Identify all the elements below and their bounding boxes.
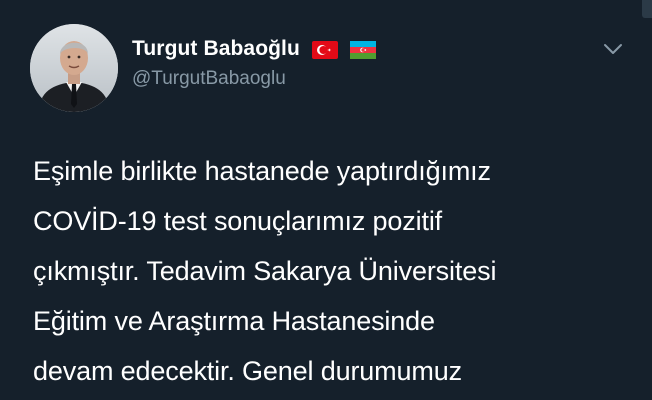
scrollbar[interactable] [642,0,652,18]
name-row: Turgut Babaoğlu [132,36,376,62]
avatar[interactable] [30,24,118,112]
tweet-text: Eşimle birlikte hastanede yaptırdığımız … [33,146,633,396]
display-name[interactable]: Turgut Babaoğlu [132,37,300,61]
user-handle[interactable]: @TurgutBabaoglu [132,68,376,90]
tweet-text-line: Eşimle birlikte hastanede yaptırdığımız [33,156,491,186]
tweet-header: Turgut Babaoğlu @TurgutBabaoglu [132,36,376,90]
azerbaijan-flag-icon [349,41,376,59]
tweet-text-line: Eğitim ve Araştırma Hastanesinde [33,306,435,336]
tweet-text-line: çıkmıştır. Tedavim Sakarya Üniversitesi [33,256,497,286]
tweet-text-line: COVİD-19 test sonuçlarımız pozitif [33,206,443,236]
chevron-down-icon[interactable] [602,42,624,56]
tweet-text-line: devam edecektir. Genel durumumuz [33,356,462,386]
turkey-flag-icon [311,41,338,59]
tweet: Turgut Babaoğlu @TurgutBabaoglu Eşimle b… [0,0,652,400]
